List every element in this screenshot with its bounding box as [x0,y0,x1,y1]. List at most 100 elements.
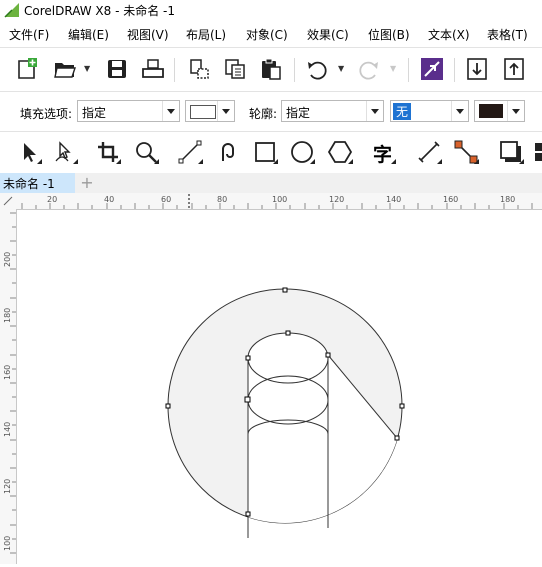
flyout-corner-icon [519,154,524,164]
menu-file[interactable]: 文件(F) [9,26,49,43]
ruler-origin[interactable] [0,193,16,209]
outline-label: 轮廓: [249,107,278,121]
chevron-down-icon[interactable] [217,101,234,121]
toolbar-separator [454,58,455,82]
redo-button[interactable] [356,56,382,82]
menu-view[interactable]: 视图(V) [127,26,169,43]
crop-tool[interactable] [95,139,121,165]
chevron-down-icon[interactable]: ▼ [84,64,90,73]
outline-options-value: 指定 [286,106,311,120]
flyout-corner-icon [348,154,353,164]
copy-icon [225,59,245,79]
menu-effects[interactable]: 效果(C) [307,26,349,43]
node-handle[interactable] [399,403,405,409]
chevron-down-icon[interactable]: ▼ [338,64,344,73]
chevron-down-icon[interactable] [366,101,383,121]
node-handle[interactable] [325,352,331,358]
ruler-label: 140 [3,422,12,437]
paste-button[interactable] [258,56,284,82]
import-button[interactable] [464,56,490,82]
node-handle[interactable] [245,355,251,361]
search-content-icon [421,58,443,80]
cut-button[interactable] [186,56,212,82]
new-document-button[interactable] [14,56,40,82]
drawing-canvas[interactable] [17,210,542,564]
standard-toolbar: ▼ ▼ ▼ [0,48,542,90]
zoom-tool[interactable] [133,139,159,165]
menu-text[interactable]: 文本(X) [428,26,470,43]
open-button[interactable] [52,56,78,82]
ruler-label: 60 [161,195,171,204]
artistic-media-tool[interactable] [215,139,241,165]
coreldraw-logo-icon [4,2,20,18]
ruler-label: 200 [3,252,12,267]
outline-width-select[interactable]: 无 [390,100,469,122]
artistic-media-icon [222,143,234,161]
menu-layout[interactable]: 布局(L) [186,26,226,43]
node-handle[interactable] [165,403,171,409]
ellipse-tool[interactable] [289,139,315,165]
text-tool[interactable]: 字 [370,139,396,166]
vertical-ruler[interactable]: 200 180 160 140 120 100 [0,209,17,564]
flyout-corner-icon [37,154,42,164]
undo-button[interactable] [304,56,330,82]
print-button[interactable] [140,56,166,82]
dimension-tool[interactable] [416,139,442,165]
add-document-button[interactable]: + [77,175,97,191]
save-button[interactable] [104,56,130,82]
chevron-down-icon[interactable] [162,101,179,121]
ruler-label: 120 [3,479,12,494]
window-title: CorelDRAW X8 - 未命名 -1 [24,4,176,18]
horizontal-ruler-ticks: 20 40 60 80 100 120 140 160 180 [21,194,533,209]
freehand-tool[interactable] [177,139,203,165]
new-document-icon [18,58,37,79]
drop-shadow-tool[interactable] [498,139,524,165]
node-handle[interactable] [244,396,251,403]
outline-color-picker[interactable] [474,100,525,122]
flyout-corner-icon [310,154,315,164]
menu-table[interactable]: 表格(T) [487,26,528,43]
menu-bitmaps[interactable]: 位图(B) [368,26,410,43]
chevron-down-icon[interactable] [507,101,524,121]
export-button[interactable] [501,56,527,82]
toolbar-separator [294,58,295,82]
ruler-label: 40 [104,195,114,204]
document-tab-label: 未命名 -1 [3,177,55,191]
toolbox: 字 [0,134,542,172]
horizontal-ruler[interactable]: 20 40 60 80 100 120 140 160 180 [16,193,542,210]
menu-bar: 文件(F) 编辑(E) 视图(V) 布局(L) 对象(C) 效果(C) 位图(B… [0,22,542,46]
flyout-corner-icon [437,154,442,164]
node-handle[interactable] [245,511,251,517]
menu-object[interactable]: 对象(C) [246,26,288,43]
fill-swatch [190,105,216,119]
ruler-origin-icon [3,196,13,206]
cut-icon [190,59,209,79]
chevron-down-icon[interactable] [451,101,468,121]
fill-options-select[interactable]: 指定 [77,100,180,122]
ruler-label: 180 [3,308,12,323]
chevron-down-icon: ▼ [390,64,397,73]
copy-button[interactable] [222,56,248,82]
connector-tool[interactable] [453,139,479,165]
fill-color-picker[interactable] [185,100,235,122]
flyout-corner-icon [154,154,159,164]
menu-edit[interactable]: 编辑(E) [68,26,109,43]
ruler-label: 140 [386,195,401,204]
transparency-tool[interactable] [533,139,542,165]
pick-tool[interactable] [16,139,42,165]
node-handle[interactable] [285,330,291,336]
ruler-label: 160 [3,365,12,380]
outline-width-value: 无 [393,103,412,120]
export-icon [504,58,524,80]
search-content-button[interactable] [419,56,445,82]
node-handle[interactable] [282,287,288,293]
flyout-corner-icon [198,154,203,164]
node-handle[interactable] [394,435,400,441]
polygon-tool[interactable] [327,139,353,165]
document-tab-bar: 未命名 -1 + [0,173,542,193]
outline-options-select[interactable]: 指定 [281,100,384,122]
rectangle-tool[interactable] [252,139,278,165]
shape-tool[interactable] [52,139,78,165]
print-icon [142,59,164,78]
document-tab[interactable]: 未命名 -1 [0,173,75,193]
